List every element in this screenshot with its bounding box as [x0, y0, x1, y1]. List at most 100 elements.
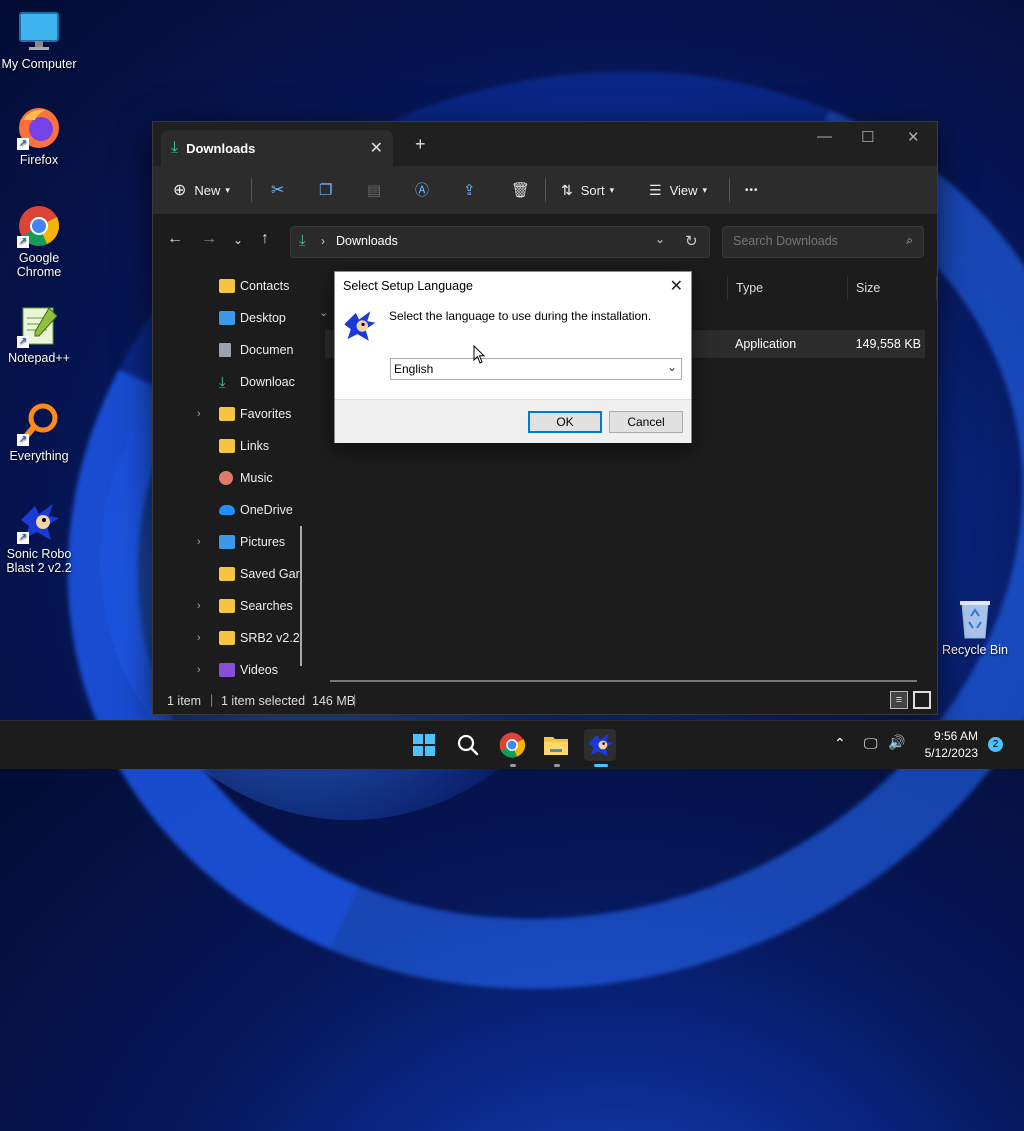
- cancel-button[interactable]: Cancel: [609, 411, 683, 433]
- language-select[interactable]: English ⌄: [390, 358, 682, 380]
- sidebar-item-srb2[interactable]: › SRB2 v2.2: [153, 622, 303, 654]
- search-input[interactable]: [731, 233, 895, 249]
- address-dropdown-icon[interactable]: ⌄: [655, 232, 665, 246]
- desktop-icon-srb2[interactable]: ↗ Sonic Robo Blast 2 v2.2: [0, 500, 78, 575]
- delete-icon[interactable]: 🗑: [511, 178, 530, 202]
- sidebar-item-documents[interactable]: Documen: [153, 334, 303, 366]
- taskbar-srb2[interactable]: [584, 729, 616, 761]
- setup-language-dialog: Select Setup Language ✕ Select the langu…: [334, 271, 692, 443]
- volume-icon[interactable]: 🔊: [888, 734, 905, 751]
- back-arrow-icon[interactable]: ←: [167, 230, 183, 248]
- expand-chevron-icon[interactable]: ›: [197, 632, 201, 644]
- taskbar: ⌃ 🖵 🔊 9:56 AM 5/12/2023 2: [0, 720, 1024, 769]
- close-window-icon[interactable]: ✕: [907, 128, 920, 146]
- sidebar-item-label: Documen: [240, 343, 294, 357]
- address-bar[interactable]: ⤓ › Downloads ⌄ ↻: [290, 226, 710, 258]
- column-header-type[interactable]: Type: [727, 276, 856, 300]
- sidebar-item-label: SRB2 v2.2: [240, 631, 300, 645]
- rename-icon[interactable]: Ⓐ: [415, 178, 429, 202]
- more-options-icon[interactable]: •••: [745, 178, 759, 202]
- folder-icon: [219, 407, 235, 421]
- details-view-icon[interactable]: ≡: [890, 691, 908, 709]
- file-size: 149,558 KB: [855, 337, 921, 351]
- group-collapse-chevron-icon[interactable]: ⌄: [319, 306, 328, 319]
- paste-icon[interactable]: ▤: [367, 178, 381, 202]
- chevron-down-icon: ▾: [225, 184, 230, 195]
- search-box[interactable]: ⌕: [722, 226, 924, 258]
- expand-chevron-icon[interactable]: ›: [197, 600, 201, 612]
- folder-icon: [219, 439, 235, 453]
- sidebar-item-searches[interactable]: › Searches: [153, 590, 303, 622]
- taskbar-file-explorer[interactable]: [540, 729, 572, 761]
- desktop-icon-label: Notepad++: [8, 351, 70, 365]
- download-icon: ⤓: [299, 232, 306, 249]
- sidebar-item-favorites[interactable]: › Favorites: [153, 398, 303, 430]
- clock-date[interactable]: 5/12/2023: [916, 746, 978, 760]
- notification-badge[interactable]: 2: [988, 737, 1003, 752]
- breadcrumb[interactable]: Downloads: [336, 234, 398, 248]
- command-bar: ⊕ New ▾ ✂ ❐ ▤ Ⓐ ⇪ 🗑 ⇅ Sort ▾ ☰ View ▾ ••…: [153, 166, 937, 215]
- clock-time[interactable]: 9:56 AM: [924, 729, 978, 743]
- close-tab-icon[interactable]: ✕: [370, 138, 383, 158]
- view-button[interactable]: ☰ View ▾: [649, 178, 707, 202]
- new-tab-icon[interactable]: +: [415, 134, 426, 155]
- sidebar-item-contacts[interactable]: Contacts: [153, 270, 303, 302]
- refresh-icon[interactable]: ↻: [685, 232, 698, 250]
- firefox-icon: ↗: [17, 106, 61, 150]
- chevron-down-icon: ⌄: [666, 360, 677, 374]
- desktop-icon-notepadpp[interactable]: ↗ Notepad++: [0, 304, 78, 365]
- recent-chevron-icon[interactable]: ⌄: [233, 233, 243, 247]
- network-icon[interactable]: 🖵: [864, 735, 878, 752]
- file-type: Application: [735, 337, 797, 351]
- sidebar-item-links[interactable]: Links: [153, 430, 303, 462]
- expand-chevron-icon[interactable]: ›: [197, 408, 201, 420]
- tab-downloads[interactable]: ⤓ Downloads ✕: [161, 130, 393, 166]
- desktop-icon-label: My Computer: [1, 57, 77, 71]
- desktop-icon-label: Google Chrome: [16, 251, 62, 279]
- sidebar-item-label: Links: [240, 439, 270, 453]
- sidebar-item-music[interactable]: Music: [153, 462, 303, 494]
- active-indicator: [594, 764, 608, 767]
- view-label: View: [669, 182, 698, 198]
- start-button[interactable]: [408, 729, 440, 761]
- search-button[interactable]: [452, 729, 484, 761]
- expand-chevron-icon[interactable]: ›: [197, 664, 201, 676]
- desktop-icon-firefox[interactable]: ↗ Firefox: [0, 106, 78, 167]
- sidebar-scrollbar[interactable]: [300, 526, 302, 666]
- sidebar-item-saved-games[interactable]: Saved Gar: [153, 558, 303, 590]
- new-button[interactable]: ⊕ New ▾: [173, 178, 230, 202]
- ok-button[interactable]: OK: [528, 411, 602, 433]
- status-divider: |: [210, 693, 214, 707]
- cut-icon[interactable]: ✂: [271, 178, 284, 202]
- maximize-icon[interactable]: ☐: [861, 128, 874, 146]
- toolbar-divider: [251, 178, 252, 202]
- copy-icon[interactable]: ❐: [319, 178, 332, 202]
- desktop-icon-recycle-bin[interactable]: Recycle Bin: [936, 596, 1014, 657]
- desktop-icon-everything[interactable]: ↗ Everything: [0, 402, 78, 463]
- tiles-view-icon[interactable]: [913, 691, 931, 709]
- close-icon[interactable]: ✕: [670, 276, 683, 296]
- cloud-icon: [219, 505, 235, 515]
- forward-arrow-icon[interactable]: →: [201, 230, 217, 248]
- expand-chevron-icon[interactable]: ›: [197, 536, 201, 548]
- sidebar-item-downloads[interactable]: ⤓ Downloac: [153, 366, 303, 398]
- column-header-size[interactable]: Size: [847, 276, 937, 300]
- navigation-pane: Contacts Desktop Documen ⤓ Downloac › Fa…: [153, 270, 308, 684]
- search-icon: ⌕: [906, 233, 913, 247]
- download-icon: ⤓: [219, 373, 226, 391]
- desktop-icon-my-computer[interactable]: My Computer: [0, 10, 78, 71]
- taskbar-chrome[interactable]: [496, 729, 528, 761]
- sidebar-item-desktop[interactable]: Desktop: [153, 302, 303, 334]
- sidebar-item-onedrive[interactable]: OneDrive: [153, 494, 303, 526]
- horizontal-scrollbar[interactable]: [330, 680, 917, 682]
- minimize-icon[interactable]: —: [817, 128, 832, 145]
- show-hidden-icons-chevron-icon[interactable]: ⌃: [834, 735, 846, 752]
- new-label: New: [194, 182, 221, 198]
- desktop-icon-chrome[interactable]: ↗ Google Chrome: [0, 204, 78, 279]
- sort-button[interactable]: ⇅ Sort ▾: [561, 178, 614, 202]
- share-icon[interactable]: ⇪: [463, 178, 476, 202]
- running-indicator: [554, 764, 560, 767]
- up-arrow-icon[interactable]: ↑: [261, 230, 269, 248]
- sidebar-item-pictures[interactable]: › Pictures: [153, 526, 303, 558]
- sidebar-item-videos[interactable]: › Videos: [153, 654, 303, 686]
